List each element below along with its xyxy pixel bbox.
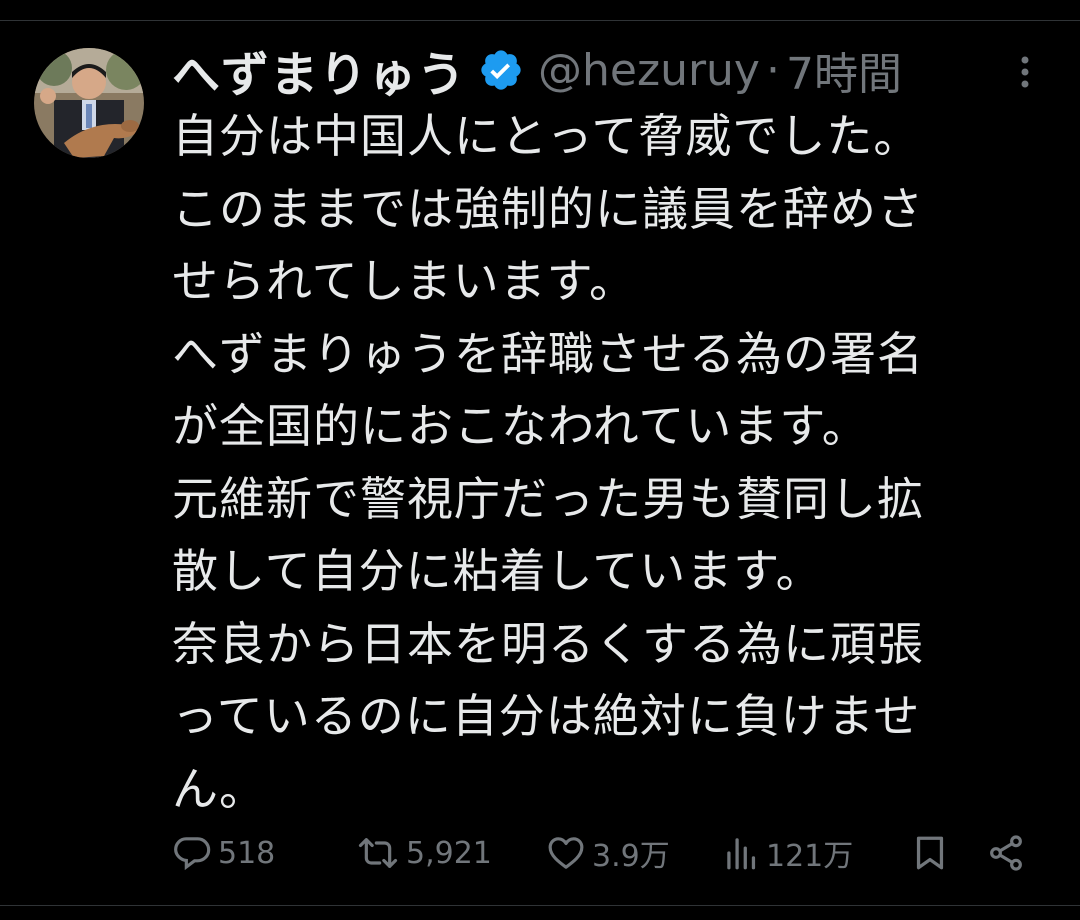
views-count: 121万 — [766, 839, 854, 874]
more-icon[interactable] — [1010, 52, 1040, 92]
tweet-text-line: へずまりゅうを辞職させる為の署名 — [172, 326, 924, 381]
reply-count: 518 — [218, 835, 276, 871]
like-button[interactable]: 3.9万 — [546, 828, 670, 878]
tweet-text-line: このままでは強制的に議員を辞めさ — [172, 181, 924, 236]
reply-button[interactable]: 518 — [172, 828, 275, 878]
display-name[interactable]: へずまりゅう — [172, 35, 466, 105]
separator-dot: · — [765, 44, 780, 96]
user-handle[interactable]: @hezuruy — [538, 45, 760, 96]
views-button[interactable]: 121万 — [724, 828, 853, 878]
retweet-count: 5,921 — [406, 835, 492, 871]
retweet-icon — [356, 833, 406, 873]
action-bar: 518 5,921 3.9万 121万 — [172, 828, 1042, 878]
tweet-text-line: っているのに自分は絶対に負けませ — [172, 689, 921, 743]
tweet-text-line: せられてしまいます。 — [172, 254, 637, 308]
views-icon — [724, 833, 766, 873]
reply-icon — [172, 833, 218, 873]
like-count: 3.9万 — [592, 839, 670, 874]
bookmark-button[interactable] — [912, 828, 954, 878]
share-icon — [986, 833, 1032, 873]
tweet-text-line: が全国的におこなわれています。 — [172, 399, 869, 453]
verified-badge-icon — [478, 47, 524, 93]
bookmark-icon — [912, 833, 954, 873]
share-button[interactable] — [986, 828, 1032, 878]
top-divider — [0, 20, 1080, 21]
avatar[interactable] — [34, 48, 144, 158]
bottom-divider — [0, 905, 1080, 906]
heart-icon — [546, 833, 592, 873]
tweet-header: へずまりゅう @hezuruy · 7時間 — [172, 35, 902, 105]
tweet-text-line: 元維新で警視庁だった男も賛同し拡 — [172, 471, 924, 526]
tweet-text-line: 散して自分に粘着しています。 — [172, 544, 823, 598]
tweet-text-line: 奈良から日本を明るくする為に頑張 — [172, 616, 924, 671]
retweet-button[interactable]: 5,921 — [356, 828, 492, 878]
tweet-text-line: ん。 — [172, 761, 266, 816]
tweet-text: 自分は中国人にとって脅威でした。 このままでは強制的に議員を辞めさ せられてしま… — [172, 100, 1032, 825]
tweet-text-line: 自分は中国人にとって脅威でした。 — [172, 109, 921, 163]
tweet-timestamp[interactable]: 7時間 — [786, 38, 902, 102]
